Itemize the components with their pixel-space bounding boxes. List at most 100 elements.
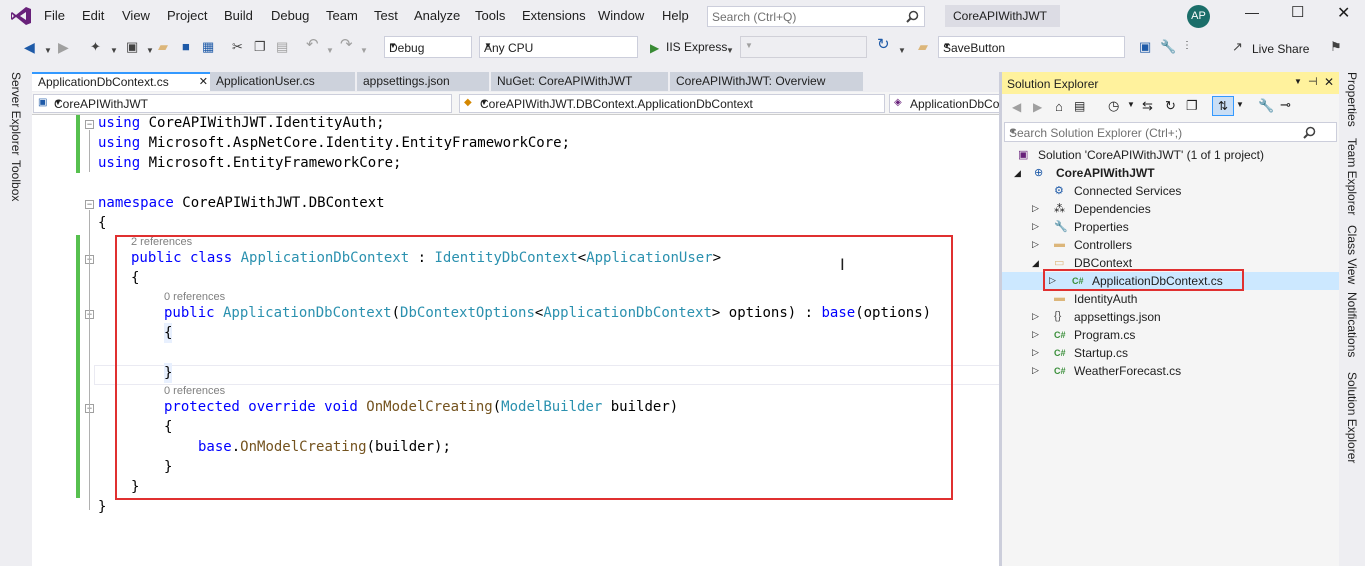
navigate-forward-icon[interactable]: ▶ (58, 39, 69, 55)
open-folder-icon[interactable]: ▰ (158, 39, 168, 55)
collapse-icon[interactable]: − (85, 200, 94, 209)
preview-icon[interactable]: ⊸ (1280, 97, 1291, 113)
refresh-icon[interactable]: ↻ (877, 37, 890, 53)
menu-project[interactable]: Project (167, 8, 207, 23)
expand-arrow-icon[interactable]: ▷ (1032, 311, 1039, 322)
history-icon[interactable]: ◷ (1108, 98, 1119, 114)
sync-icon[interactable]: ⇆ (1142, 98, 1153, 114)
chevron-down-icon[interactable]: ▼ (726, 43, 734, 59)
minimize-icon[interactable]: — (1245, 4, 1259, 20)
collapse-all-icon[interactable]: ❐ (1186, 98, 1198, 114)
solution-platform-select[interactable]: Any CPU ▼ (479, 36, 638, 58)
maximize-icon[interactable]: ☐ (1291, 3, 1304, 21)
chevron-down-icon[interactable]: ▼ (1127, 100, 1135, 109)
paste-icon[interactable]: ▤ (276, 39, 288, 55)
menu-window[interactable]: Window (598, 8, 644, 23)
collapse-arrow-icon[interactable]: ◢ (1032, 258, 1039, 269)
wrench-icon[interactable]: 🔧 (1160, 39, 1176, 55)
tab-appsettings[interactable]: appsettings.json (357, 72, 489, 91)
menu-debug[interactable]: Debug (271, 8, 309, 23)
server-explorer-tab[interactable]: Server Explorer (9, 72, 23, 155)
window-layout-icon[interactable]: ▣ (1139, 39, 1151, 55)
code-editor[interactable]: − − − − − using CoreAPIWithJWT.IdentityA… (32, 115, 1000, 566)
tree-solution[interactable]: Solution 'CoreAPIWithJWT' (1 of 1 projec… (1038, 148, 1264, 162)
add-item-icon[interactable]: ▣ (126, 39, 138, 55)
solution-explorer-search-input[interactable]: Search Solution Explorer (Ctrl+;) ▼ (1004, 122, 1337, 142)
notifications-tab[interactable]: Notifications (1345, 292, 1359, 357)
chevron-down-icon[interactable]: ▼ (898, 43, 906, 59)
expand-arrow-icon[interactable]: ▷ (1032, 365, 1039, 376)
tree-item-dependencies[interactable]: Dependencies (1074, 202, 1151, 216)
menu-view[interactable]: View (122, 8, 150, 23)
tree-item-identityauth[interactable]: IdentityAuth (1074, 292, 1137, 306)
pin-icon[interactable]: ⊣ (1308, 75, 1318, 88)
solution-configuration-select[interactable]: Debug ▼ (384, 36, 472, 58)
save-icon[interactable]: ■ (182, 39, 190, 55)
solution-explorer-tab[interactable]: Solution Explorer (1345, 372, 1359, 463)
tree-item-connected-services[interactable]: Connected Services (1074, 184, 1181, 198)
live-share-button[interactable]: Live Share (1252, 41, 1309, 57)
refresh-icon[interactable]: ↻ (1165, 98, 1176, 114)
menu-file[interactable]: File (44, 8, 65, 23)
switch-views-icon[interactable]: ▤ (1074, 99, 1085, 113)
play-icon[interactable]: ▶ (650, 40, 659, 56)
expand-arrow-icon[interactable]: ▷ (1032, 203, 1039, 214)
menu-edit[interactable]: Edit (82, 8, 104, 23)
menu-build[interactable]: Build (224, 8, 253, 23)
save-all-icon[interactable]: ▦ (202, 39, 214, 55)
team-explorer-tab[interactable]: Team Explorer (1345, 138, 1359, 215)
menu-help[interactable]: Help (662, 8, 689, 23)
chevron-down-icon[interactable]: ▼ (110, 43, 118, 59)
expand-arrow-icon[interactable]: ▷ (1032, 239, 1039, 250)
menu-team[interactable]: Team (326, 8, 358, 23)
copy-icon[interactable]: ❐ (254, 39, 266, 55)
chevron-down-icon[interactable]: ▼ (44, 43, 52, 59)
feedback-icon[interactable]: ⚑ (1330, 39, 1342, 55)
class-view-tab[interactable]: Class View (1345, 225, 1359, 284)
menu-test[interactable]: Test (374, 8, 398, 23)
tab-overview[interactable]: CoreAPIWithJWT: Overview (670, 72, 863, 91)
back-icon[interactable]: ◀ (1012, 100, 1021, 114)
undo-icon[interactable]: ↶ (306, 37, 319, 53)
show-all-files-icon[interactable]: ⇅ (1212, 96, 1234, 116)
expand-arrow-icon[interactable]: ▷ (1032, 347, 1039, 358)
tree-item-controllers[interactable]: Controllers (1074, 238, 1132, 252)
tree-item-dbcontext[interactable]: DBContext (1074, 256, 1132, 270)
chevron-down-icon[interactable]: ▼ (326, 43, 334, 59)
chevron-down-icon[interactable]: ▼ (360, 43, 368, 59)
avatar[interactable]: AP (1187, 5, 1210, 28)
toolbox-tab[interactable]: Toolbox (9, 160, 23, 201)
type-navigation-select[interactable]: ◆ CoreAPIWithJWT.DBContext.ApplicationDb… (459, 94, 885, 113)
expand-arrow-icon[interactable]: ▷ (1032, 221, 1039, 232)
tree-item-program[interactable]: Program.cs (1074, 328, 1135, 342)
cut-icon[interactable]: ✂ (232, 39, 243, 55)
find-in-files-icon[interactable]: ▰ (918, 39, 928, 55)
menu-extensions[interactable]: Extensions (522, 8, 586, 23)
wrench-icon[interactable]: 🔧 (1258, 98, 1274, 114)
find-combo[interactable]: SaveButton ▼ (938, 36, 1125, 58)
close-icon[interactable]: ✕ (199, 74, 208, 91)
project-navigation-select[interactable]: ▣ CoreAPIWithJWT ▼ (33, 94, 452, 113)
tab-applicationdbcontext[interactable]: ApplicationDbContext.cs ✕ (32, 72, 212, 91)
quick-search-input[interactable]: Search (Ctrl+Q) (707, 6, 925, 27)
tab-nuget[interactable]: NuGet: CoreAPIWithJWT (491, 72, 668, 91)
properties-tab[interactable]: Properties (1345, 72, 1359, 127)
close-icon[interactable]: ✕ (1324, 75, 1334, 89)
new-project-icon[interactable]: ✦ (90, 39, 101, 55)
tree-project[interactable]: CoreAPIWithJWT (1056, 166, 1155, 180)
live-share-icon[interactable]: ↗ (1232, 39, 1243, 55)
expand-arrow-icon[interactable]: ▷ (1032, 329, 1039, 340)
tab-applicationuser[interactable]: ApplicationUser.cs (210, 72, 355, 91)
close-window-icon[interactable]: ✕ (1337, 3, 1350, 23)
chevron-down-icon[interactable]: ▼ (1009, 127, 1332, 136)
chevron-down-icon[interactable]: ▼ (146, 43, 154, 59)
forward-icon[interactable]: ▶ (1033, 100, 1042, 114)
launch-profile-select[interactable]: ▼ (740, 36, 867, 58)
navigate-back-icon[interactable]: ◀ (24, 39, 35, 55)
run-target-button[interactable]: IIS Express (666, 39, 727, 55)
menu-analyze[interactable]: Analyze (414, 8, 460, 23)
toolbar-options-icon[interactable]: ⋮ (1182, 38, 1192, 54)
home-icon[interactable]: ⌂ (1055, 99, 1063, 114)
collapse-arrow-icon[interactable]: ◢ (1014, 168, 1021, 179)
collapse-icon[interactable]: − (85, 120, 94, 129)
